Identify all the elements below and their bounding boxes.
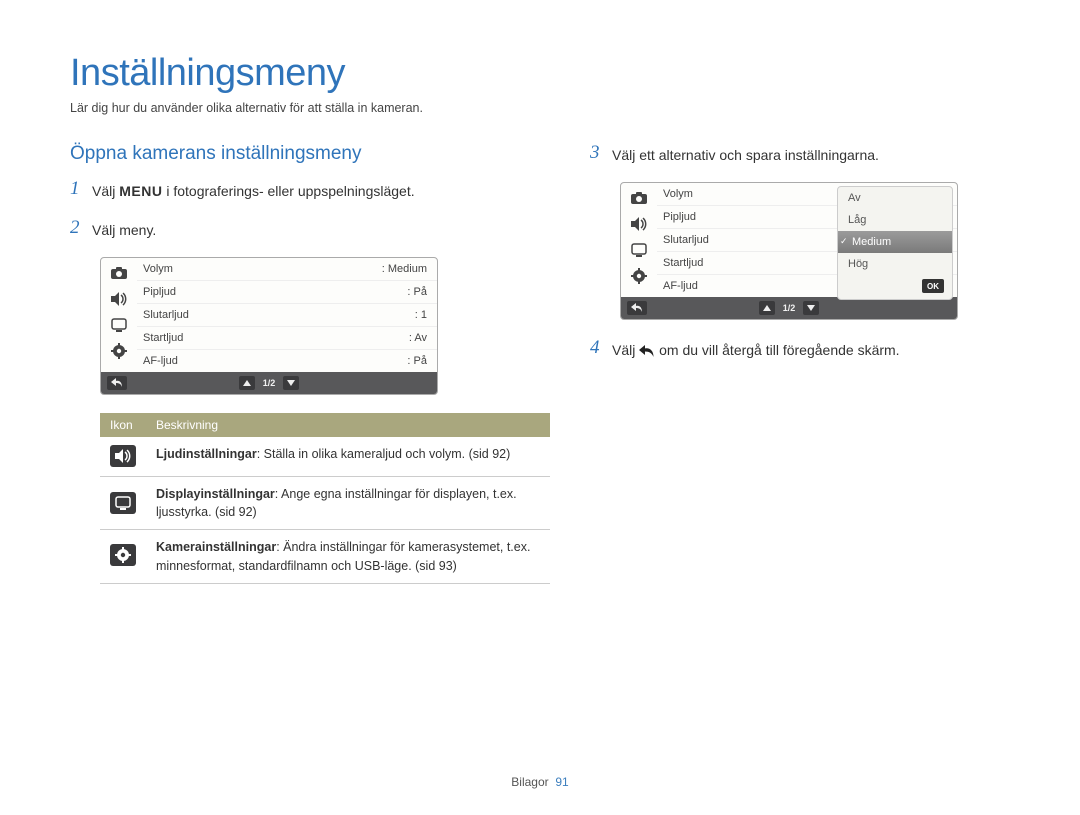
chevron-up-icon — [239, 376, 255, 390]
row-label: Slutarljud — [143, 309, 415, 321]
left-column: Öppna kamerans inställningsmeny 1 Välj M… — [70, 143, 550, 584]
row-title: Kamerainställningar — [156, 540, 276, 554]
menu-row: Slutarljud1 — [137, 304, 437, 327]
screen-tab-strip — [621, 183, 657, 297]
gear-icon — [110, 544, 136, 566]
screen-footer: 1/2 — [621, 297, 957, 319]
row-label: Startljud — [143, 332, 409, 344]
row-desc: : Ställa in olika kameraljud och volym. … — [257, 447, 511, 461]
row-title: Ljudinställningar — [156, 447, 257, 461]
display-icon — [108, 314, 130, 336]
chevron-down-icon — [283, 376, 299, 390]
step-text: Välj meny. — [92, 218, 156, 241]
back-icon — [107, 376, 127, 390]
step4-post: om du vill återgå till föregående skärm. — [659, 342, 899, 358]
gear-icon — [628, 265, 650, 287]
camera-icon — [628, 187, 650, 209]
page-subtitle: Lär dig hur du använder olika alternativ… — [70, 101, 1010, 115]
menu-label: MENU — [119, 183, 162, 199]
gear-icon — [108, 340, 130, 362]
back-icon — [627, 301, 647, 315]
menu-row: PipljudPå — [137, 281, 437, 304]
table-row: Displayinställningar: Ange egna inställn… — [100, 477, 550, 530]
step-1: 1 Välj MENU i fotograferings- eller upps… — [70, 179, 550, 202]
step-text: Välj ett alternativ och spara inställnin… — [612, 143, 879, 166]
option-item-selected: Medium — [838, 231, 952, 253]
screen-footer: 1/2 — [101, 372, 437, 394]
row-value: På — [407, 355, 427, 367]
menu-row: VolymMedium — [137, 258, 437, 281]
row-value: 1 — [415, 309, 427, 321]
step-2: 2 Välj meny. — [70, 218, 550, 241]
footer-page-number: 91 — [555, 775, 568, 789]
camera-icon — [108, 262, 130, 284]
step-text: Välj om du vill återgå till föregående s… — [612, 338, 900, 361]
content-columns: Öppna kamerans inställningsmeny 1 Välj M… — [70, 143, 1010, 584]
footer-label: Bilagor — [511, 775, 548, 789]
step-number: 1 — [70, 179, 84, 198]
sound-icon — [108, 288, 130, 310]
option-item: Låg — [838, 209, 952, 231]
page-indicator: 1/2 — [259, 378, 280, 388]
camera-screen-options: Volym Pipljud Slutarljud Startljud AF-lj… — [620, 182, 958, 320]
menu-row: StartljudAv — [137, 327, 437, 350]
ok-button: OK — [922, 279, 944, 293]
right-column: 3 Välj ett alternativ och spara inställn… — [590, 143, 1010, 584]
option-item: Av — [838, 187, 952, 209]
step4-pre: Välj — [612, 342, 639, 358]
table-row: Ljudinställningar: Ställa in olika kamer… — [100, 437, 550, 477]
icon-description-table: Ikon Beskrivning Ljudinställningar: Stäl… — [100, 413, 550, 584]
table-head-desc: Beskrivning — [146, 413, 550, 437]
step-4: 4 Välj om du vill återgå till föregående… — [590, 338, 1010, 361]
chevron-down-icon — [803, 301, 819, 315]
camera-screen-menu: VolymMedium PipljudPå Slutarljud1 Startl… — [100, 257, 438, 395]
screen-list: VolymMedium PipljudPå Slutarljud1 Startl… — [137, 258, 437, 372]
row-value: Medium — [382, 263, 427, 275]
step-number: 4 — [590, 338, 604, 357]
row-value: På — [407, 286, 427, 298]
menu-row: AF-ljudPå — [137, 350, 437, 372]
row-label: Pipljud — [143, 286, 407, 298]
step-number: 3 — [590, 143, 604, 162]
page-title: Inställningsmeny — [70, 52, 1010, 95]
sound-icon — [628, 213, 650, 235]
step1-post: i fotograferings- eller uppspelningsläge… — [162, 183, 414, 199]
row-label: AF-ljud — [143, 355, 407, 367]
back-icon-inline — [639, 345, 655, 357]
row-title: Displayinställningar — [156, 487, 275, 501]
chevron-up-icon — [759, 301, 775, 315]
step-text: Välj MENU i fotograferings- eller uppspe… — [92, 179, 415, 202]
table-head-icon: Ikon — [100, 413, 146, 437]
section-heading: Öppna kamerans inställningsmeny — [70, 143, 550, 165]
sound-icon — [110, 445, 136, 467]
display-icon — [110, 492, 136, 514]
step-number: 2 — [70, 218, 84, 237]
screen-tab-strip — [101, 258, 137, 372]
display-icon — [628, 239, 650, 261]
row-label: Volym — [143, 263, 382, 275]
table-row: Kamerainställningar: Ändra inställningar… — [100, 530, 550, 583]
option-item: Hög — [838, 253, 952, 275]
step-3: 3 Välj ett alternativ och spara inställn… — [590, 143, 1010, 166]
option-panel: Av Låg Medium Hög OK — [837, 186, 953, 300]
row-value: Av — [409, 332, 427, 344]
page-indicator: 1/2 — [779, 303, 800, 313]
page-footer: Bilagor 91 — [0, 775, 1080, 789]
step1-pre: Välj — [92, 183, 119, 199]
